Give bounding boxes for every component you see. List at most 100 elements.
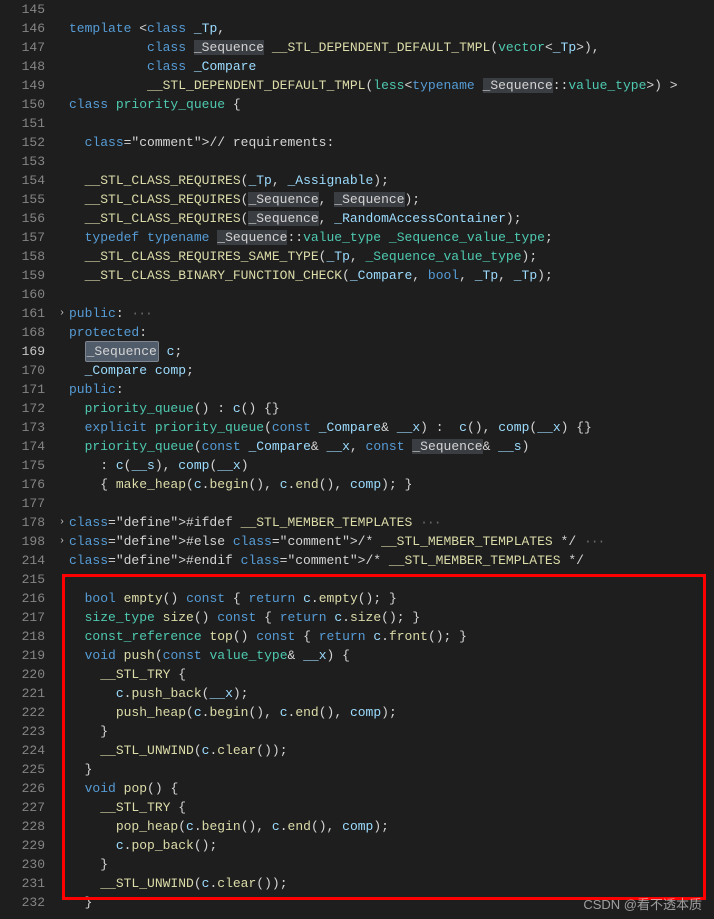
code-line[interactable]: c.push_back(__x);	[69, 684, 714, 703]
line-number: 147	[6, 38, 45, 57]
code-line[interactable]: __STL_DEPENDENT_DEFAULT_TMPL(less<typena…	[69, 76, 714, 95]
line-number: 174	[6, 437, 45, 456]
code-line[interactable]: }	[69, 722, 714, 741]
fold-cell: ›	[55, 304, 69, 323]
line-number: 231	[6, 874, 45, 893]
code-line[interactable]: _Sequence c;	[69, 342, 714, 361]
code-line[interactable]	[69, 285, 714, 304]
code-line[interactable]: void push(const value_type& __x) {	[69, 646, 714, 665]
code-line[interactable]: class priority_queue {	[69, 95, 714, 114]
code-line[interactable]: push_heap(c.begin(), c.end(), comp);	[69, 703, 714, 722]
fold-cell	[55, 190, 69, 209]
code-line[interactable]: __STL_TRY {	[69, 798, 714, 817]
code-line[interactable]: public:	[69, 380, 714, 399]
line-number: 159	[6, 266, 45, 285]
code-line[interactable]	[69, 0, 714, 19]
line-number: 232	[6, 893, 45, 912]
line-number: 177	[6, 494, 45, 513]
fold-cell	[55, 722, 69, 741]
code-line[interactable]: priority_queue(const _Compare& __x, cons…	[69, 437, 714, 456]
code-line[interactable]: priority_queue() : c() {}	[69, 399, 714, 418]
code-line[interactable]: class _Sequence __STL_DEPENDENT_DEFAULT_…	[69, 38, 714, 57]
line-number: 146	[6, 19, 45, 38]
code-line[interactable]: typedef typename _Sequence::value_type _…	[69, 228, 714, 247]
code-line[interactable]: __STL_UNWIND(c.clear());	[69, 874, 714, 893]
code-line[interactable]: : c(__s), comp(__x)	[69, 456, 714, 475]
code-line[interactable]: __STL_CLASS_REQUIRES(_Sequence, _RandomA…	[69, 209, 714, 228]
code-line[interactable]	[69, 152, 714, 171]
code-line[interactable]: template <class _Tp,	[69, 19, 714, 38]
code-line[interactable]	[69, 114, 714, 133]
chevron-right-icon[interactable]: ›	[59, 532, 65, 551]
code-line[interactable]: bool empty() const { return c.empty(); }	[69, 589, 714, 608]
code-line[interactable]	[69, 570, 714, 589]
code-line[interactable]: explicit priority_queue(const _Compare& …	[69, 418, 714, 437]
fold-cell	[55, 133, 69, 152]
fold-cell	[55, 475, 69, 494]
code-line[interactable]: }	[69, 760, 714, 779]
line-number: 156	[6, 209, 45, 228]
fold-cell: ›	[55, 532, 69, 551]
code-editor[interactable]: 1451461471481491501511521531541551561571…	[0, 0, 714, 919]
fold-cell	[55, 247, 69, 266]
fold-cell	[55, 551, 69, 570]
code-line[interactable]	[69, 494, 714, 513]
chevron-right-icon[interactable]: ›	[59, 304, 65, 323]
code-area[interactable]: template <class _Tp, class _Sequence __S…	[69, 0, 714, 919]
code-line[interactable]: class="define">#else class="comment">/* …	[69, 532, 714, 551]
line-number: 223	[6, 722, 45, 741]
fold-cell	[55, 684, 69, 703]
code-line[interactable]: const_reference top() const { return c.f…	[69, 627, 714, 646]
line-number: 171	[6, 380, 45, 399]
code-line[interactable]: protected:	[69, 323, 714, 342]
fold-cell	[55, 361, 69, 380]
line-number: 230	[6, 855, 45, 874]
chevron-right-icon[interactable]: ›	[59, 513, 65, 532]
line-number: 145	[6, 0, 45, 19]
fold-cell	[55, 589, 69, 608]
line-number: 220	[6, 665, 45, 684]
fold-cell	[55, 456, 69, 475]
code-line[interactable]: }	[69, 855, 714, 874]
fold-cell	[55, 399, 69, 418]
line-number: 157	[6, 228, 45, 247]
fold-cell	[55, 171, 69, 190]
line-number: 226	[6, 779, 45, 798]
line-number: 215	[6, 570, 45, 589]
code-line[interactable]: __STL_CLASS_REQUIRES_SAME_TYPE(_Tp, _Seq…	[69, 247, 714, 266]
code-line[interactable]: class _Compare	[69, 57, 714, 76]
fold-cell	[55, 798, 69, 817]
fold-cell	[55, 665, 69, 684]
fold-cell	[55, 437, 69, 456]
fold-cell	[55, 19, 69, 38]
line-number: 218	[6, 627, 45, 646]
code-line[interactable]: class="comment">// requirements:	[69, 133, 714, 152]
line-number: 153	[6, 152, 45, 171]
code-line[interactable]: public: ···	[69, 304, 714, 323]
line-number: 155	[6, 190, 45, 209]
code-line[interactable]: __STL_CLASS_REQUIRES(_Tp, _Assignable);	[69, 171, 714, 190]
fold-cell: ›	[55, 513, 69, 532]
fold-cell	[55, 152, 69, 171]
line-number: 219	[6, 646, 45, 665]
code-line[interactable]: __STL_UNWIND(c.clear());	[69, 741, 714, 760]
code-line[interactable]: class="define">#ifdef __STL_MEMBER_TEMPL…	[69, 513, 714, 532]
line-number-gutter: 1451461471481491501511521531541551561571…	[0, 0, 55, 919]
fold-cell	[55, 608, 69, 627]
code-line[interactable]: size_type size() const { return c.size()…	[69, 608, 714, 627]
code-line[interactable]: { make_heap(c.begin(), c.end(), comp); }	[69, 475, 714, 494]
code-line[interactable]: void pop() {	[69, 779, 714, 798]
code-line[interactable]: __STL_CLASS_BINARY_FUNCTION_CHECK(_Compa…	[69, 266, 714, 285]
code-line[interactable]: class="define">#endif class="comment">/*…	[69, 551, 714, 570]
line-number: 225	[6, 760, 45, 779]
code-line[interactable]: __STL_TRY {	[69, 665, 714, 684]
code-line[interactable]: pop_heap(c.begin(), c.end(), comp);	[69, 817, 714, 836]
code-line[interactable]: c.pop_back();	[69, 836, 714, 855]
fold-cell	[55, 285, 69, 304]
code-line[interactable]: _Compare comp;	[69, 361, 714, 380]
line-number: 158	[6, 247, 45, 266]
line-number: 151	[6, 114, 45, 133]
line-number: 224	[6, 741, 45, 760]
fold-cell	[55, 342, 69, 361]
code-line[interactable]: __STL_CLASS_REQUIRES(_Sequence, _Sequenc…	[69, 190, 714, 209]
